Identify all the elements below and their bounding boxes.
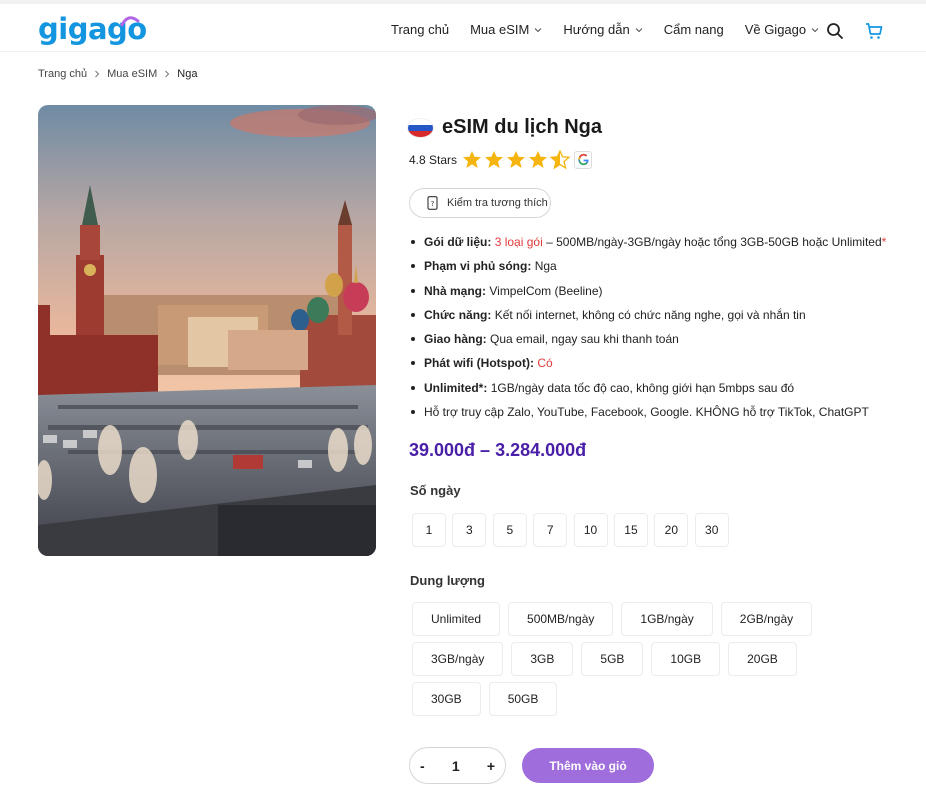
days-label: Số ngày: [410, 483, 461, 498]
capacity-option[interactable]: Unlimited: [412, 602, 501, 636]
list-item: Unlimited*: 1GB/ngày data tốc độ cao, kh…: [409, 380, 909, 404]
nav-label: Về Gigago: [744, 22, 807, 37]
feature-value: Qua email, ngay sau khi thanh toán: [490, 332, 679, 347]
list-item: Phát wifi (Hotspot): Có: [409, 355, 909, 379]
day-option[interactable]: 15: [613, 513, 648, 547]
feature-value: Nga: [534, 259, 557, 274]
feature-key: Chức năng:: [424, 307, 492, 322]
feature-highlight: 3 loại gói: [494, 235, 543, 249]
product-image: [38, 105, 376, 556]
add-to-cart-button[interactable]: Thêm vào giỏ: [522, 748, 654, 783]
nav-item-buy-esim[interactable]: Mua eSIM: [470, 22, 542, 37]
red-square-illustration: [38, 105, 376, 556]
list-item: Giao hàng: Qua email, ngay sau khi thanh…: [409, 331, 909, 355]
chevron-down-icon: [534, 27, 542, 32]
feature-value: – 500MB/ngày-3GB/ngày hoặc tổng 3GB-50GB…: [546, 235, 882, 249]
nav-label: Trang chủ: [391, 22, 450, 37]
day-option[interactable]: 3: [452, 513, 487, 547]
product-title-row: eSIM du lịch Nga: [408, 116, 602, 139]
google-g-icon: [577, 153, 589, 166]
days-options: 1 3 5 7 10 15 20 30: [412, 513, 742, 547]
nav-label: Mua eSIM: [470, 22, 530, 37]
google-icon: [574, 150, 593, 169]
feature-list: Gói dữ liệu: 3 loại gói – 500MB/ngày-3GB…: [409, 234, 909, 428]
feature-value: 1GB/ngày data tốc độ cao, không giới hạn…: [490, 380, 795, 395]
capacity-option[interactable]: 1GB/ngày: [621, 602, 713, 636]
list-item: Gói dữ liệu: 3 loại gói – 500MB/ngày-3GB…: [409, 234, 909, 258]
capacity-option[interactable]: 5GB: [581, 642, 644, 676]
logo-swoosh-icon: [120, 16, 140, 27]
capacity-option[interactable]: 50GB: [488, 682, 558, 716]
star-full-icon: [507, 151, 526, 168]
check-compatibility-button[interactable]: ? Kiểm tra tương thích: [409, 188, 551, 218]
capacity-option[interactable]: 3GB/ngày: [412, 642, 504, 676]
breadcrumb-buy-esim[interactable]: Mua eSIM: [107, 68, 157, 80]
rating-stars: [462, 150, 572, 169]
svg-text:?: ?: [431, 200, 435, 208]
capacity-option[interactable]: 2GB/ngày: [720, 602, 813, 636]
breadcrumb-home[interactable]: Trang chủ: [38, 68, 87, 80]
quantity-value[interactable]: 1: [452, 758, 460, 774]
phone-icon: ?: [427, 196, 438, 210]
feature-value: VimpelCom (Beeline): [489, 283, 603, 298]
nav-item-about[interactable]: Về Gigago: [745, 22, 819, 37]
price-range: 39.000đ – 3.284.000đ: [409, 440, 587, 460]
quantity-stepper: - 1 +: [409, 747, 506, 784]
feature-value: Hỗ trợ truy cập Zalo, YouTube, Facebook,…: [424, 405, 869, 420]
chevron-down-icon: [811, 27, 819, 32]
feature-key: Phát wifi (Hotspot):: [424, 356, 534, 371]
nav-item-home[interactable]: Trang chủ: [391, 22, 449, 37]
capacity-options: Unlimited 500MB/ngày 1GB/ngày 2GB/ngày 3…: [412, 602, 872, 722]
star-half-icon: [550, 150, 571, 169]
day-option[interactable]: 5: [492, 513, 527, 547]
nav-item-handbook[interactable]: Cẩm nang: [664, 22, 724, 37]
site-header: gigago Trang chủ Mua eSIM Hướng dẫn Cẩm …: [0, 0, 926, 52]
feature-key: Unlimited*:: [424, 380, 488, 395]
feature-key: Gói dữ liệu:: [424, 235, 492, 249]
capacity-option[interactable]: 20GB: [728, 642, 797, 676]
chevron-down-icon: [635, 27, 643, 32]
rating-text: 4.8 Stars: [409, 152, 458, 167]
search-icon[interactable]: [826, 22, 844, 40]
rating-row: 4.8 Stars: [409, 150, 593, 169]
list-item: Phạm vi phủ sóng: Nga: [409, 258, 909, 282]
star-full-icon: [485, 151, 504, 168]
capacity-label: Dung lượng: [410, 573, 485, 588]
feature-key: Giao hàng:: [424, 332, 487, 347]
nav-label: Cẩm nang: [663, 22, 724, 37]
main-nav: Trang chủ Mua eSIM Hướng dẫn Cẩm nang Về…: [391, 22, 840, 37]
cart-icon[interactable]: [865, 22, 883, 40]
capacity-option[interactable]: 10GB: [651, 642, 721, 676]
capacity-option[interactable]: 500MB/ngày: [508, 602, 614, 636]
increment-button[interactable]: +: [487, 758, 495, 774]
feature-key: Nhà mạng:: [424, 283, 487, 298]
breadcrumb: Trang chủ Mua eSIM Nga: [38, 68, 197, 80]
list-item: Nhà mạng: VimpelCom (Beeline): [409, 283, 909, 307]
nav-item-guide[interactable]: Hướng dẫn: [563, 22, 643, 37]
day-option[interactable]: 20: [654, 513, 689, 547]
day-option[interactable]: 30: [694, 513, 729, 547]
feature-highlight: Có: [537, 356, 553, 371]
chevron-right-icon: [95, 70, 100, 78]
product-title: eSIM du lịch Nga: [442, 116, 603, 138]
list-item: Chức năng: Kết nối internet, không có ch…: [409, 307, 909, 331]
breadcrumb-current: Nga: [177, 68, 198, 80]
day-option[interactable]: 10: [573, 513, 608, 547]
compat-label: Kiểm tra tương thích: [447, 197, 548, 209]
capacity-option[interactable]: 30GB: [412, 682, 481, 716]
day-option[interactable]: 1: [412, 513, 446, 547]
feature-value: Kết nối internet, không có chức năng ngh…: [494, 307, 806, 322]
feature-key: Phạm vi phủ sóng:: [424, 259, 532, 274]
gigago-logo[interactable]: gigago: [38, 12, 147, 46]
russia-flag-icon: [408, 118, 433, 137]
nav-label: Hướng dẫn: [563, 22, 630, 37]
decrement-button[interactable]: -: [420, 758, 425, 774]
list-item: Hỗ trợ truy cập Zalo, YouTube, Facebook,…: [409, 404, 909, 428]
chevron-right-icon: [165, 70, 170, 78]
day-option[interactable]: 7: [533, 513, 568, 547]
capacity-option[interactable]: 3GB: [511, 642, 574, 676]
star-full-icon: [529, 151, 548, 168]
asterisk-mark: *: [881, 235, 887, 249]
star-full-icon: [463, 151, 482, 168]
